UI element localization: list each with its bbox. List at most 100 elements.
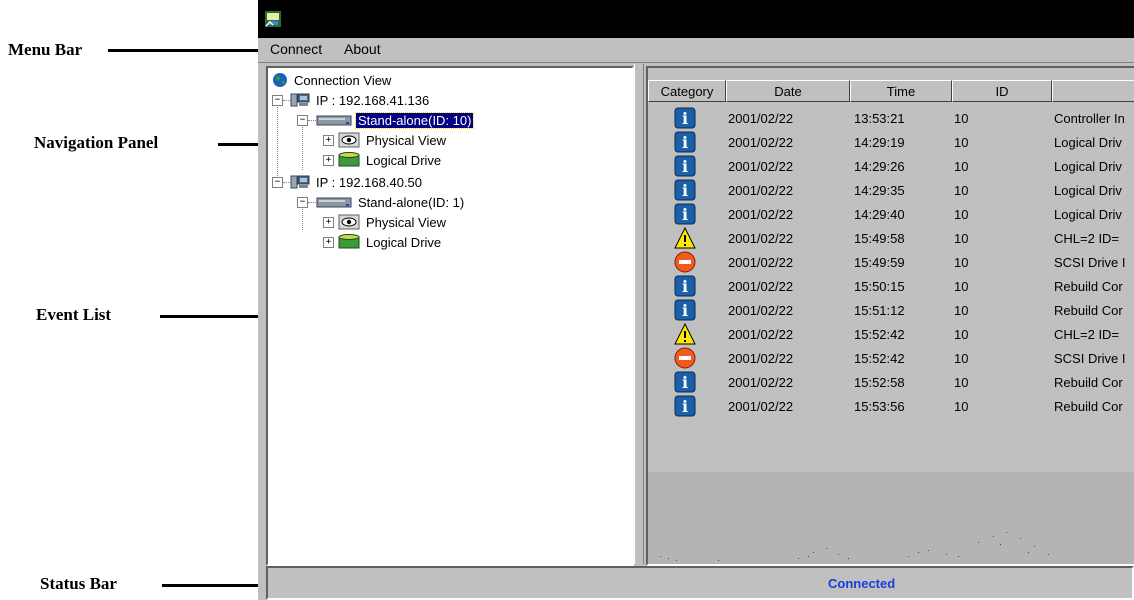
tree-item-physical-view-2[interactable]: Physical View <box>338 212 448 232</box>
event-date: 2001/02/22 <box>728 375 794 390</box>
table-row[interactable]: i 2001/02/22 14:29:35 10 Logical Driv <box>648 178 1134 202</box>
event-date: 2001/02/22 <box>728 351 794 366</box>
svg-text:i: i <box>682 301 688 320</box>
menu-bar: Connect About <box>258 38 1134 63</box>
table-row[interactable]: i 2001/02/22 15:52:58 10 Rebuild Cor <box>648 370 1134 394</box>
collapse-toggle[interactable]: − <box>272 177 283 188</box>
tree-label: Stand-alone(ID: 1) <box>358 194 465 210</box>
drive-icon <box>338 152 360 167</box>
table-row[interactable]: 2001/02/22 15:52:42 10 CHL=2 ID= <box>648 322 1134 346</box>
navigation-panel: Connection View − IP : 192.168.41.136 − … <box>266 66 634 566</box>
eye-icon <box>338 132 360 148</box>
table-row[interactable]: i 2001/02/22 15:53:56 10 Rebuild Cor <box>648 394 1134 418</box>
collapse-toggle[interactable]: − <box>297 115 308 126</box>
globe-icon <box>273 73 287 87</box>
table-row[interactable]: i 2001/02/22 13:53:21 10 Controller In <box>648 106 1134 130</box>
event-message: CHL=2 ID= <box>1054 327 1120 342</box>
collapse-toggle[interactable]: − <box>297 197 308 208</box>
collapse-toggle[interactable]: − <box>272 95 283 106</box>
event-message: Rebuild Cor <box>1054 279 1123 294</box>
tree-label: Logical Drive <box>366 234 442 250</box>
event-time: 15:52:42 <box>854 351 905 366</box>
title-bar <box>258 0 1134 38</box>
event-id: 10 <box>954 375 969 390</box>
event-time: 13:53:21 <box>854 111 905 126</box>
tree-item-host-2[interactable]: IP : 192.168.40.50 <box>290 172 424 192</box>
event-time: 15:53:56 <box>854 399 905 414</box>
event-id: 10 <box>954 207 969 222</box>
svg-text:i: i <box>682 109 688 128</box>
menu-connect[interactable]: Connect <box>270 41 322 57</box>
table-row[interactable]: i 2001/02/22 15:50:15 10 Rebuild Cor <box>648 274 1134 298</box>
computer-icon <box>290 93 310 107</box>
event-time: 14:29:19 <box>854 135 905 150</box>
table-row[interactable]: 2001/02/22 15:49:59 10 SCSI Drive I <box>648 250 1134 274</box>
event-id: 10 <box>954 399 969 414</box>
info-icon: i <box>674 107 696 129</box>
svg-text:i: i <box>682 373 688 392</box>
event-message: SCSI Drive I <box>1054 255 1126 270</box>
event-date: 2001/02/22 <box>728 231 794 246</box>
callout-status-bar: Status Bar <box>40 574 117 593</box>
event-date: 2001/02/22 <box>728 159 794 174</box>
column-header-category[interactable]: Category <box>648 80 726 102</box>
tree-guide-line <box>277 96 278 182</box>
tree-item-host-1[interactable]: IP : 192.168.41.136 <box>290 90 431 110</box>
event-date: 2001/02/22 <box>728 135 794 150</box>
event-id: 10 <box>954 327 969 342</box>
tree-item-controller-1[interactable]: Stand-alone(ID: 10) <box>316 110 475 130</box>
tree-item-connection-view[interactable]: Connection View <box>272 70 393 90</box>
table-row[interactable]: i 2001/02/22 15:51:12 10 Rebuild Cor <box>648 298 1134 322</box>
column-header-time[interactable]: Time <box>850 80 952 102</box>
callout-menu-bar: Menu Bar <box>8 40 83 59</box>
event-message: Logical Driv <box>1054 183 1122 198</box>
activity-chart <box>648 472 1134 564</box>
callout-navigation-panel: Navigation Panel <box>34 133 159 152</box>
tree-label: IP : 192.168.40.50 <box>316 174 423 190</box>
column-header-message[interactable] <box>1052 80 1134 102</box>
event-date: 2001/02/22 <box>728 183 794 198</box>
expand-toggle[interactable]: + <box>323 237 334 248</box>
app-window: Connect About Connection View − IP: 192… <box>258 0 1134 600</box>
event-date: 2001/02/22 <box>728 207 794 222</box>
expand-toggle[interactable]: + <box>323 135 334 146</box>
table-row[interactable]: i 2001/02/22 14:29:40 10 Logical Driv <box>648 202 1134 226</box>
menu-about[interactable]: About <box>344 41 381 57</box>
tree-item-physical-view-1[interactable]: Physical View <box>338 130 448 150</box>
panel-splitter[interactable] <box>634 64 644 564</box>
tree-label: Physical View <box>366 132 446 148</box>
tree-item-logical-drive-2[interactable]: Logical Drive <box>338 232 443 252</box>
table-row[interactable]: i 2001/02/22 14:29:26 10 Logical Driv <box>648 154 1134 178</box>
tree-label: IP : 192.168.41.136 <box>316 92 430 108</box>
controller-icon <box>316 197 352 208</box>
event-message: Logical Driv <box>1054 135 1122 150</box>
table-row[interactable]: 2001/02/22 15:49:58 10 CHL=2 ID= <box>648 226 1134 250</box>
callout-event-list: Event List <box>36 305 112 324</box>
tree-label: Logical Drive <box>366 152 442 168</box>
warning-icon <box>674 227 696 249</box>
expand-toggle[interactable]: + <box>323 155 334 166</box>
column-header-id[interactable]: ID <box>952 80 1052 102</box>
event-id: 10 <box>954 111 969 126</box>
svg-text:i: i <box>682 277 688 296</box>
tree-item-logical-drive-1[interactable]: Logical Drive <box>338 150 443 170</box>
column-header-date[interactable]: Date <box>726 80 850 102</box>
event-date: 2001/02/22 <box>728 303 794 318</box>
info-icon: i <box>674 275 696 297</box>
svg-text:i: i <box>682 157 688 176</box>
event-time: 14:29:40 <box>854 207 905 222</box>
table-row[interactable]: 2001/02/22 15:52:42 10 SCSI Drive I <box>648 346 1134 370</box>
event-id: 10 <box>954 303 969 318</box>
info-icon: i <box>674 203 696 225</box>
info-icon: i <box>674 395 696 417</box>
event-time: 15:49:59 <box>854 255 905 270</box>
error-icon <box>674 251 696 273</box>
event-time: 15:49:58 <box>854 231 905 246</box>
expand-toggle[interactable]: + <box>323 217 334 228</box>
event-id: 10 <box>954 183 969 198</box>
tree-item-controller-2[interactable]: Stand-alone(ID: 1) <box>316 192 466 212</box>
app-icon[interactable] <box>264 10 282 28</box>
tree-label: Stand-alone(ID: 10) <box>354 111 475 129</box>
table-row[interactable]: i 2001/02/22 14:29:19 10 Logical Driv <box>648 130 1134 154</box>
event-date: 2001/02/22 <box>728 279 794 294</box>
